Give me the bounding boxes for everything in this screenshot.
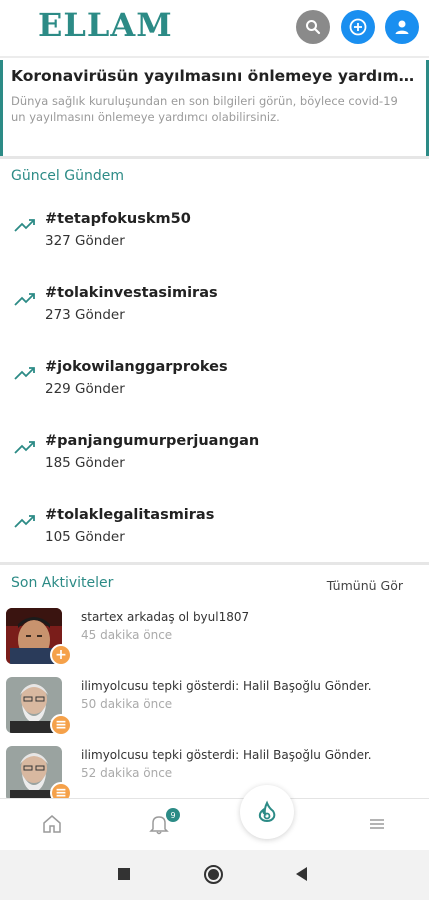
app-header: ELLAM — [0, 0, 429, 56]
search-button[interactable] — [296, 10, 330, 44]
covid-banner[interactable]: Koronavirüsün yayılmasını önlemeye yardı… — [0, 60, 429, 156]
trend-item[interactable]: #tolakinvestasimiras 273 Gönder — [0, 285, 429, 349]
activity-text: ilimyolcusu tepki gösterdi: Halil Başoğl… — [81, 748, 372, 762]
activity-time: 45 dakika önce — [81, 628, 173, 642]
activities-title: Son Aktiviteler — [11, 575, 114, 591]
trending-up-icon — [14, 219, 35, 232]
trend-tag: #jokowilanggarprokes — [45, 359, 228, 375]
notification-count-badge: 9 — [166, 808, 180, 822]
see-all-link[interactable]: Tümünü Gör — [327, 578, 403, 593]
back-icon[interactable] — [296, 867, 307, 881]
banner-description: Dünya sağlık kuruluşundan en son bilgile… — [11, 94, 398, 124]
trend-count: 185 Gönder — [45, 455, 125, 471]
trend-count: 105 Gönder — [45, 529, 125, 545]
trending-up-icon — [14, 441, 35, 454]
activity-text: ilimyolcusu tepki gösterdi: Halil Başoğl… — [81, 679, 372, 693]
add-friend-badge: + — [50, 644, 72, 666]
trend-count: 327 Gönder — [45, 233, 125, 249]
trending-up-icon — [14, 367, 35, 380]
trend-tag: #tetapfokuskm50 — [45, 211, 191, 227]
section-divider — [0, 156, 429, 159]
add-button[interactable] — [341, 10, 375, 44]
feed-button[interactable] — [240, 785, 294, 839]
trend-tag: #panjangumurperjuangan — [45, 433, 260, 449]
fire-icon — [258, 800, 276, 823]
activity-text: startex arkadaş ol byul1807 — [81, 610, 250, 624]
trending-up-icon — [14, 515, 35, 528]
banner-title: Koronavirüsün yayılmasını önlemeye yardı… — [11, 67, 421, 85]
header-divider — [0, 56, 429, 58]
activity-item[interactable]: ≡ ilimyolcusu tepki gösterdi: Halil Başo… — [0, 677, 429, 745]
user-icon — [395, 20, 409, 34]
app-logo[interactable]: ELLAM — [38, 6, 173, 44]
home-circle-icon[interactable] — [204, 865, 223, 884]
section-divider — [0, 562, 429, 565]
activity-time: 52 dakika önce — [81, 766, 173, 780]
recent-apps-icon[interactable] — [118, 868, 130, 880]
activity-time: 50 dakika önce — [81, 697, 173, 711]
trend-tag: #tolaklegalitasmiras — [45, 507, 215, 523]
trend-item[interactable]: #jokowilanggarprokes 229 Gönder — [0, 359, 429, 423]
trend-tag: #tolakinvestasimiras — [45, 285, 218, 301]
trend-count: 273 Gönder — [45, 307, 125, 323]
trend-item[interactable]: #tetapfokuskm50 327 Gönder — [0, 211, 429, 275]
home-icon[interactable] — [41, 813, 63, 835]
profile-button[interactable] — [385, 10, 419, 44]
trend-count: 229 Gönder — [45, 381, 125, 397]
bottom-navigation: 9 — [0, 785, 429, 850]
trend-item[interactable]: #panjangumurperjuangan 185 Gönder — [0, 433, 429, 497]
menu-icon[interactable] — [366, 813, 388, 835]
search-icon — [306, 20, 321, 35]
activity-item[interactable]: + startex arkadaş ol byul1807 45 dakika … — [0, 608, 429, 676]
trending-title: Güncel Gündem — [11, 168, 124, 184]
reaction-badge: ≡ — [50, 714, 72, 736]
banner-accent-left — [0, 60, 3, 156]
trending-up-icon — [14, 293, 35, 306]
plus-circle-icon — [349, 18, 367, 36]
system-navigation-bar — [0, 850, 429, 900]
